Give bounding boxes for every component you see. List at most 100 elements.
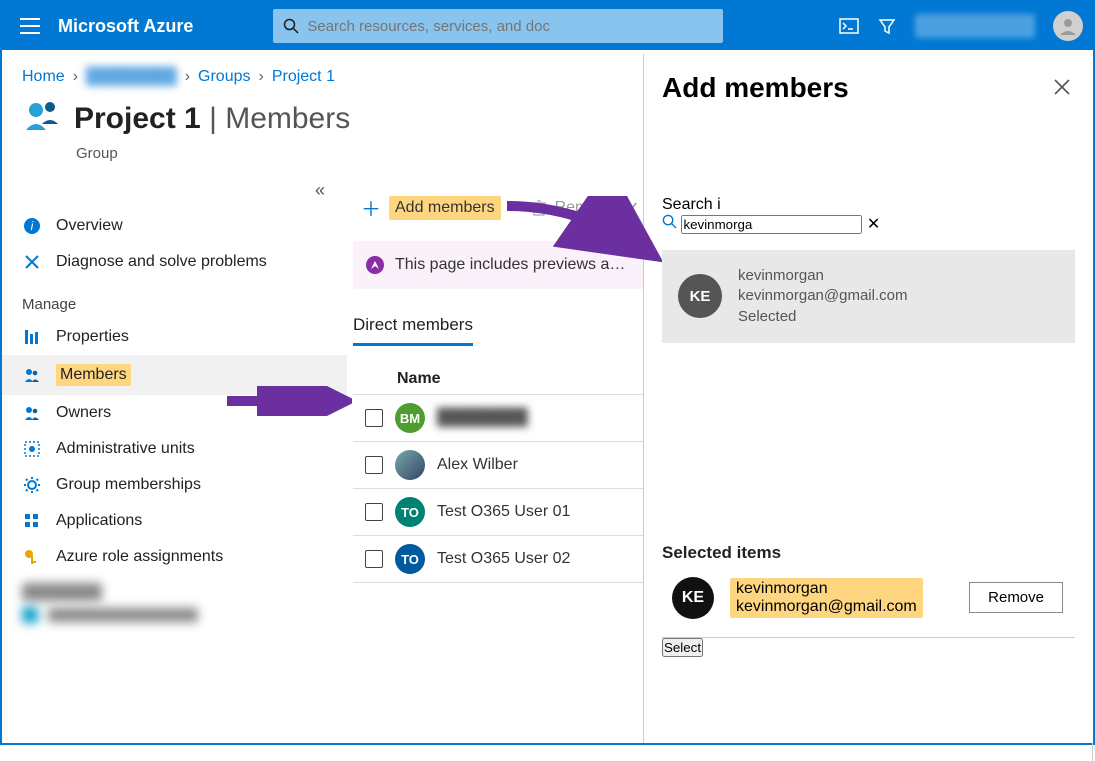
diagnose-icon: [22, 253, 42, 271]
sidebar-item-group-memberships[interactable]: Group memberships: [2, 467, 347, 503]
breadcrumb-current[interactable]: Project 1: [272, 68, 335, 86]
row-avatar: TO: [395, 544, 425, 574]
global-search[interactable]: [273, 9, 723, 43]
info-icon[interactable]: i: [717, 196, 721, 213]
selected-name: kevinmorgan: [736, 580, 917, 598]
row-checkbox[interactable]: [365, 550, 383, 568]
sidebar-item-overview[interactable]: i Overview: [2, 208, 347, 244]
breadcrumb-redacted[interactable]: ████████: [86, 68, 177, 86]
panel-title: Add members: [662, 72, 1075, 104]
add-members-button[interactable]: ＋ Add members: [353, 188, 509, 227]
key-icon: [22, 548, 42, 566]
close-panel-button[interactable]: [1053, 78, 1071, 101]
person-icon: [1057, 15, 1079, 37]
sidebar-item-admin-units[interactable]: Administrative units: [2, 431, 347, 467]
panel-search-box[interactable]: ✕: [662, 214, 1075, 234]
gear-icon: [22, 476, 42, 494]
page-title-sub: Members: [225, 102, 350, 135]
plus-icon: ＋: [361, 193, 381, 222]
filter-icon[interactable]: [877, 16, 897, 36]
search-label-text: Search: [662, 196, 713, 213]
sidebar-redacted: [2, 575, 347, 631]
search-label: Search i: [662, 196, 1075, 214]
cloud-shell-icon[interactable]: [839, 16, 859, 36]
chevron-right-icon: ›: [259, 68, 264, 86]
search-result-card[interactable]: KE kevinmorgan kevinmorgan@gmail.com Sel…: [662, 250, 1075, 343]
topbar-actions: [839, 11, 1083, 41]
sidebar-section-manage: Manage: [2, 280, 347, 319]
user-avatar[interactable]: [1053, 11, 1083, 41]
chevron-right-icon: ›: [185, 68, 190, 86]
sidebar-item-label: Overview: [56, 217, 123, 235]
sidebar-item-applications[interactable]: Applications: [2, 503, 347, 539]
svg-text:i: i: [31, 219, 34, 233]
sidebar-item-members[interactable]: Members: [2, 355, 347, 395]
members-icon: [22, 366, 42, 384]
result-details: kevinmorgan kevinmorgan@gmail.com Select…: [738, 266, 907, 327]
properties-icon: [22, 328, 42, 346]
panel-footer: Select: [662, 638, 1075, 657]
apps-icon: [22, 512, 42, 530]
page-title: Project 1 | Members: [74, 102, 350, 136]
row-checkbox[interactable]: [365, 456, 383, 474]
row-name: Test O365 User 02: [437, 550, 570, 568]
sidebar-item-label: Properties: [56, 328, 129, 346]
trash-icon: [531, 199, 547, 217]
select-button[interactable]: Select: [662, 638, 703, 657]
remove-selected-button[interactable]: Remove: [969, 582, 1063, 613]
row-name: ████████: [437, 409, 528, 427]
sidebar-item-owners[interactable]: Owners: [2, 395, 347, 431]
selected-avatar: KE: [672, 577, 714, 619]
admin-units-icon: [22, 440, 42, 458]
collapse-sidebar-button[interactable]: «: [2, 180, 347, 208]
row-name: Alex Wilber: [437, 456, 518, 474]
row-checkbox[interactable]: [365, 409, 383, 427]
page-title-name: Project 1: [74, 102, 201, 135]
check-icon: ✓: [626, 198, 639, 218]
clear-search-button[interactable]: ✕: [867, 216, 880, 233]
direct-members-tab[interactable]: Direct members: [353, 315, 473, 346]
sidebar-item-properties[interactable]: Properties: [2, 319, 347, 355]
breadcrumb-home[interactable]: Home: [22, 68, 65, 86]
row-avatar: BM: [395, 403, 425, 433]
hamburger-menu-button[interactable]: [12, 8, 48, 44]
add-members-panel: Add members Search i ✕ KE kevinmorgan ke…: [643, 54, 1093, 743]
sidebar-item-label: Azure role assignments: [56, 548, 223, 566]
sidebar-item-label: Diagnose and solve problems: [56, 253, 267, 271]
add-members-label: Add members: [389, 196, 501, 220]
info-icon: i: [22, 217, 42, 235]
result-email: kevinmorgan@gmail.com: [738, 286, 907, 306]
selected-details: kevinmorgan kevinmorgan@gmail.com: [730, 578, 923, 618]
selected-item-row: KE kevinmorgan kevinmorgan@gmail.com Rem…: [662, 563, 1075, 638]
sidebar-item-label: Members: [56, 364, 131, 386]
selected-items-header: Selected items: [662, 543, 1075, 563]
result-name: kevinmorgan: [738, 266, 907, 286]
sidebar-item-diagnose[interactable]: Diagnose and solve problems: [2, 244, 347, 280]
remove-label: Remove: [555, 199, 615, 217]
sidebar-item-label: Group memberships: [56, 476, 201, 494]
sidebar-item-label: Administrative units: [56, 440, 195, 458]
topbar: Microsoft Azure: [2, 2, 1093, 50]
account-label-redacted: [915, 14, 1035, 38]
sidebar-item-role-assignments[interactable]: Azure role assignments: [2, 539, 347, 575]
row-name: Test O365 User 01: [437, 503, 570, 521]
result-avatar: KE: [678, 274, 722, 318]
sidebar-item-label: Applications: [56, 512, 142, 530]
search-icon: [662, 214, 677, 229]
group-icon: [22, 96, 62, 141]
close-icon: [1053, 78, 1071, 96]
hamburger-icon: [20, 18, 40, 34]
brand-title: Microsoft Azure: [58, 16, 193, 37]
remove-button[interactable]: Remove ✓: [523, 193, 648, 223]
global-search-input[interactable]: [307, 18, 713, 35]
breadcrumb-groups[interactable]: Groups: [198, 68, 250, 86]
preview-banner-text: This page includes previews a…: [395, 256, 625, 274]
row-checkbox[interactable]: [365, 503, 383, 521]
row-avatar: TO: [395, 497, 425, 527]
selected-email: kevinmorgan@gmail.com: [736, 598, 917, 616]
owners-icon: [22, 404, 42, 422]
sidebar: « i Overview Diagnose and solve problems…: [2, 180, 347, 761]
panel-search-input[interactable]: [681, 215, 862, 234]
sidebar-item-label: Owners: [56, 404, 111, 422]
search-icon: [283, 18, 299, 34]
